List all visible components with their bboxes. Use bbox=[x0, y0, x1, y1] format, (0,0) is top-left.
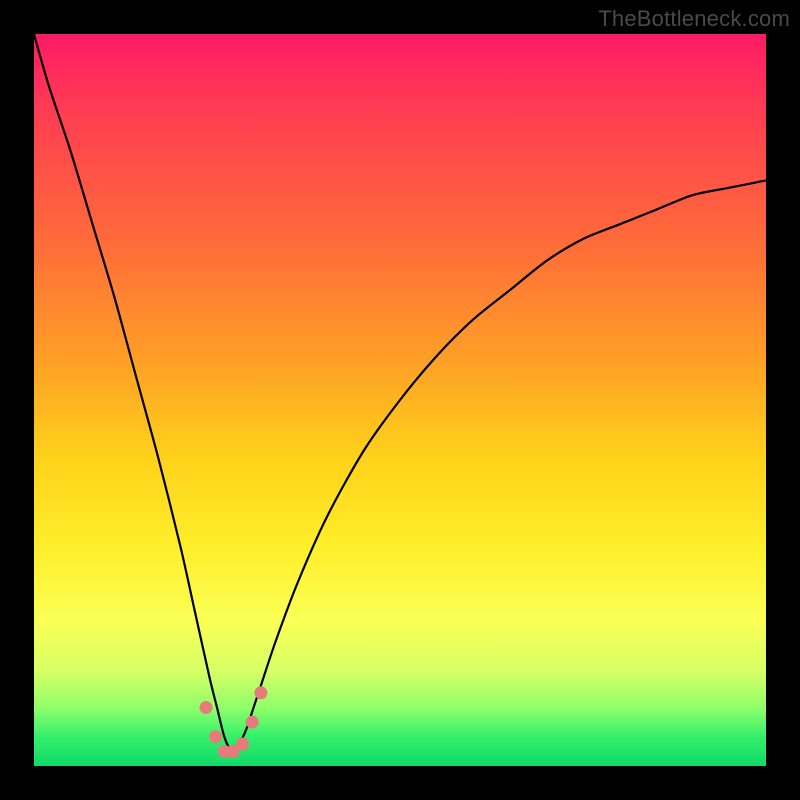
curve-dot bbox=[254, 686, 267, 699]
attribution-text: TheBottleneck.com bbox=[598, 6, 790, 32]
curve-dot bbox=[246, 716, 259, 729]
curve-svg bbox=[34, 34, 766, 766]
curve-dot bbox=[236, 738, 249, 751]
bottleneck-curve bbox=[34, 34, 766, 751]
curve-dots bbox=[200, 686, 268, 758]
plot-area bbox=[34, 34, 766, 766]
chart-frame: TheBottleneck.com bbox=[0, 0, 800, 800]
curve-dot bbox=[200, 701, 213, 714]
curve-dot bbox=[209, 730, 222, 743]
